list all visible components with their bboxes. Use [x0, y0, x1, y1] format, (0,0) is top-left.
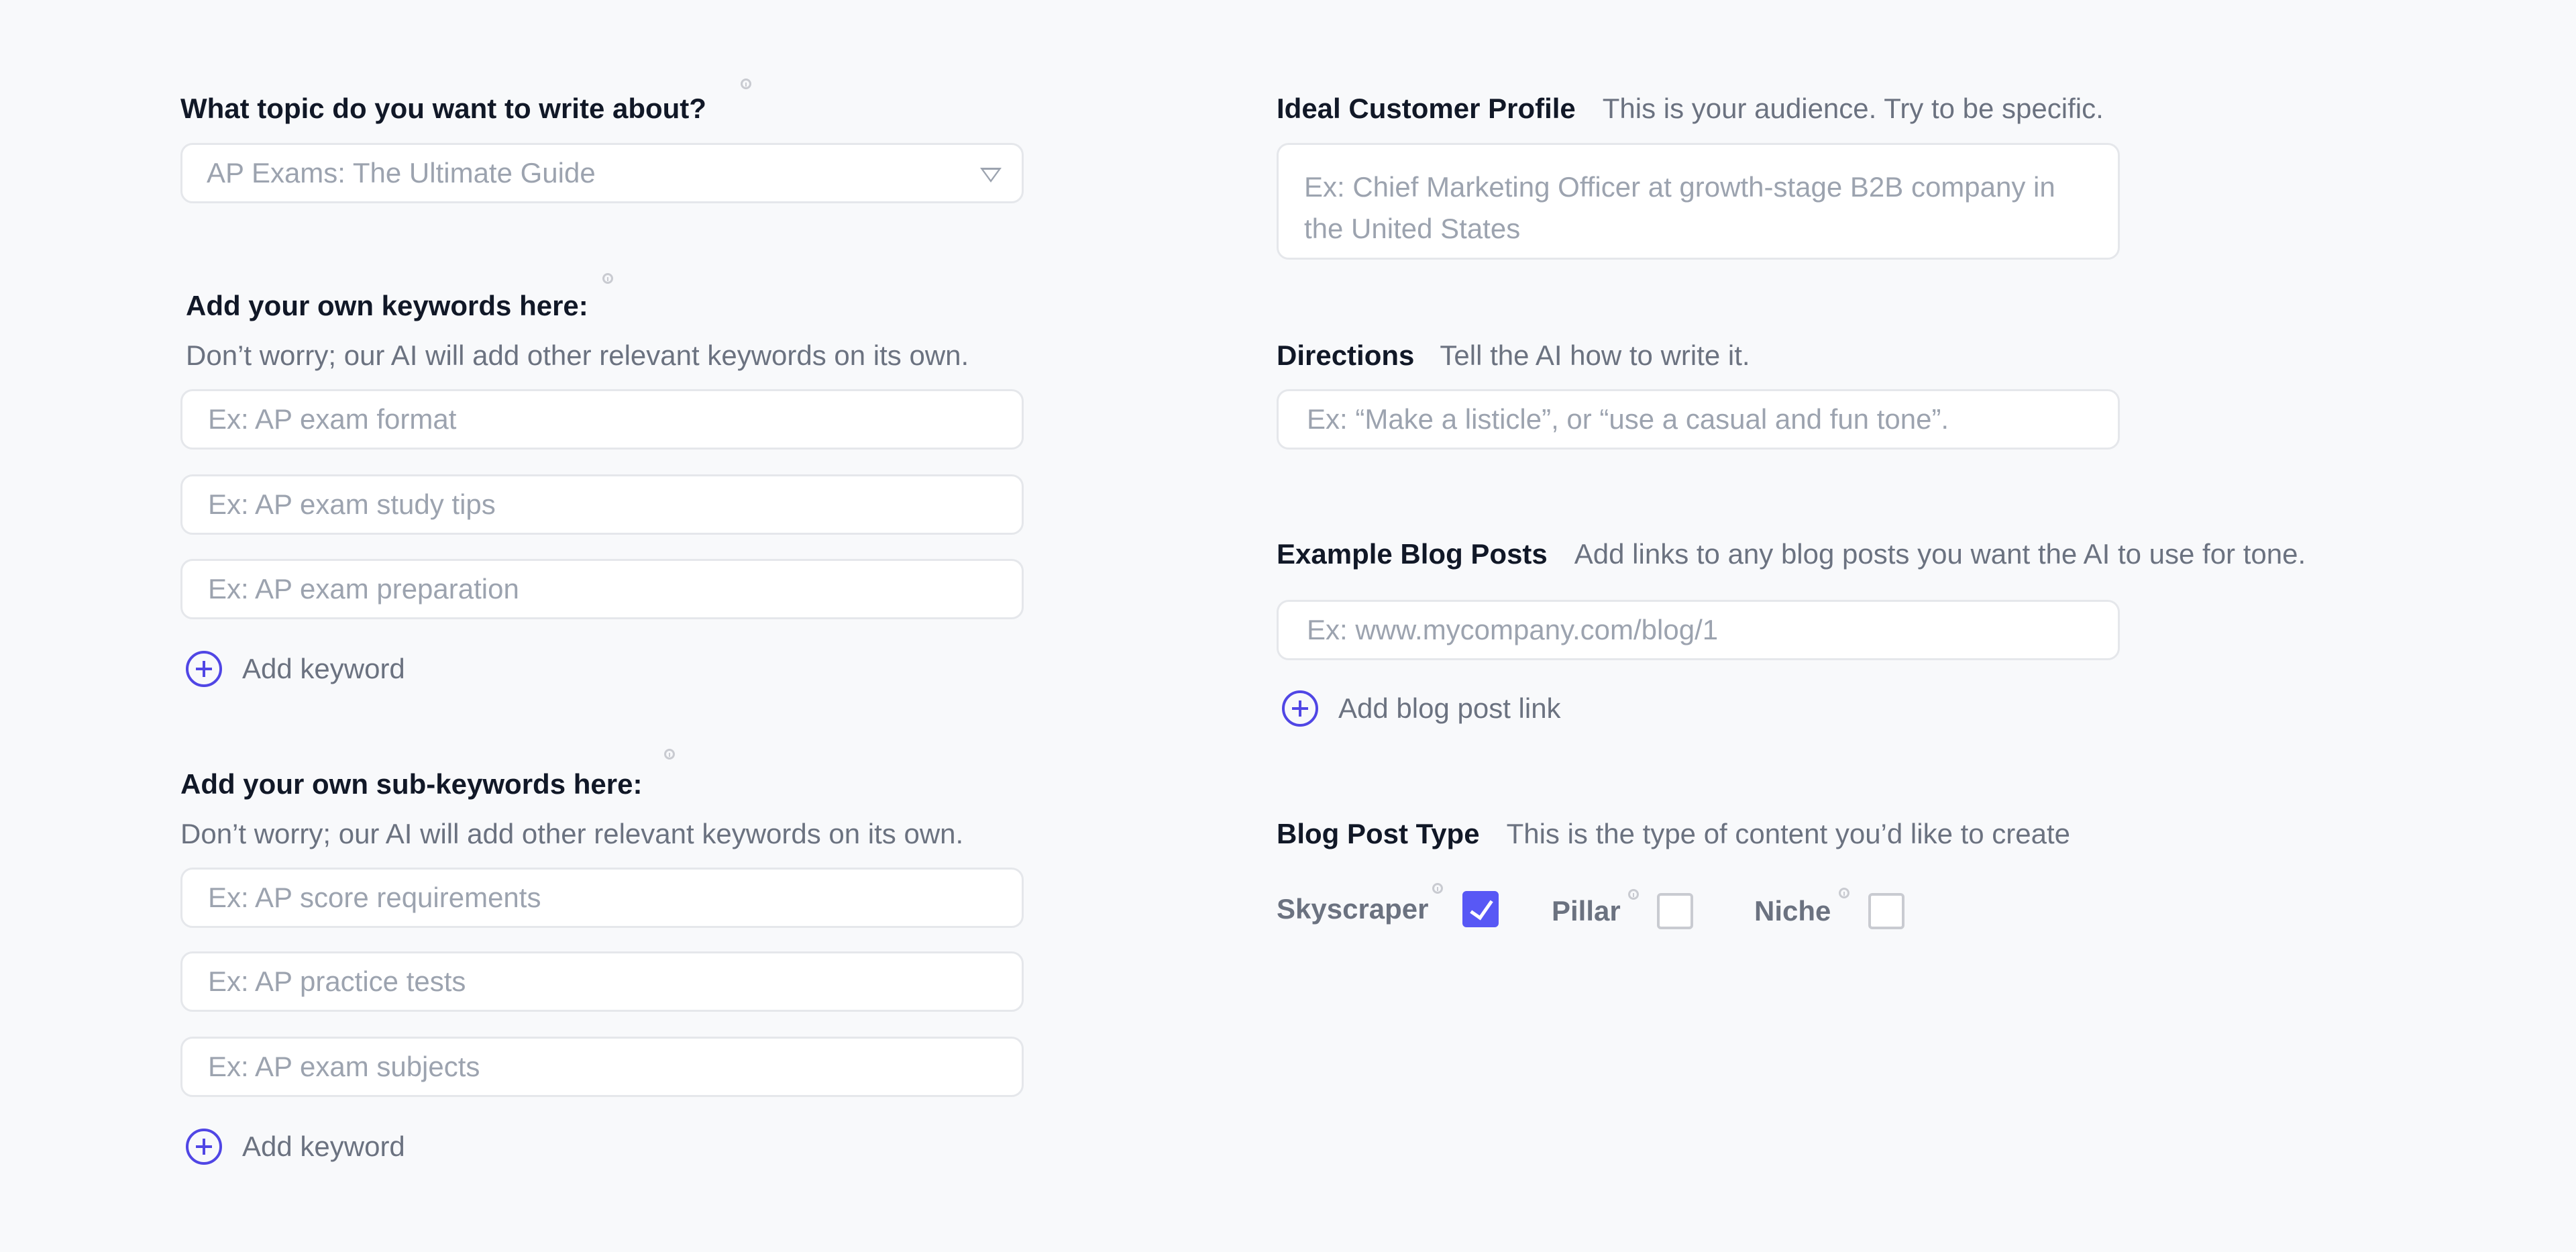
icp-textarea[interactable]: [1277, 143, 2120, 260]
keyword-input-2[interactable]: [180, 474, 1024, 535]
topic-dropdown[interactable]: AP Exams: The Ultimate Guide: [180, 143, 1024, 203]
keyword-input-3[interactable]: [180, 559, 1024, 619]
icp-textarea-field[interactable]: [1303, 165, 2094, 255]
icp-hint: This is your audience. Try to be specifi…: [1602, 93, 2104, 124]
subkeyword-input-2-field[interactable]: [207, 965, 1022, 998]
icp-header: Ideal Customer Profile This is your audi…: [1277, 95, 2104, 123]
info-icon[interactable]: [602, 273, 613, 284]
plus-circle-icon: [186, 651, 222, 687]
keyword-input-1[interactable]: [180, 389, 1024, 450]
subkeyword-input-1-field[interactable]: [207, 881, 1022, 915]
add-keyword-label: Add keyword: [242, 653, 405, 684]
directions-header: Directions Tell the AI how to write it.: [1277, 342, 1750, 370]
add-keyword-button[interactable]: Add keyword: [186, 651, 405, 687]
icp-label: Ideal Customer Profile: [1277, 93, 1576, 124]
subkeyword-input-3[interactable]: [180, 1037, 1024, 1097]
option-niche-label: Niche: [1754, 895, 1831, 927]
subkeyword-input-3-field[interactable]: [207, 1050, 1022, 1084]
directions-input[interactable]: [1277, 389, 2120, 450]
pillar-checkbox[interactable]: [1656, 893, 1693, 929]
subkeywords-label: Add your own sub-keywords here:: [180, 768, 643, 800]
directions-label: Directions: [1277, 340, 1415, 371]
examples-label: Example Blog Posts: [1277, 538, 1548, 570]
subkeywords-hint: Don’t worry; our AI will add other relev…: [180, 818, 964, 849]
blog-link-input-field[interactable]: [1305, 613, 2118, 647]
examples-header: Example Blog Posts Add links to any blog…: [1277, 540, 2306, 568]
keyword-input-2-field[interactable]: [207, 488, 1022, 521]
info-icon[interactable]: [1628, 889, 1639, 900]
add-subkeyword-button[interactable]: Add keyword: [186, 1129, 405, 1165]
info-icon[interactable]: [1839, 888, 1849, 898]
add-subkeyword-label: Add keyword: [242, 1131, 405, 1162]
keyword-input-1-field[interactable]: [207, 403, 1022, 436]
info-icon[interactable]: [741, 79, 751, 89]
chevron-down-icon[interactable]: [980, 168, 1002, 182]
post-type-label: Blog Post Type: [1277, 818, 1480, 849]
add-blog-link-button[interactable]: Add blog post link: [1282, 690, 1561, 727]
keywords-hint: Don’t worry; our AI will add other relev…: [186, 340, 969, 371]
plus-circle-icon: [186, 1129, 222, 1165]
option-skyscraper[interactable]: Skyscraper: [1277, 883, 1499, 927]
examples-hint: Add links to any blog posts you want the…: [1574, 538, 2306, 570]
skyscraper-checkbox[interactable]: [1462, 891, 1499, 927]
info-icon[interactable]: [1432, 883, 1443, 894]
option-pillar[interactable]: Pillar: [1552, 889, 1693, 929]
option-pillar-label: Pillar: [1552, 895, 1621, 927]
option-skyscraper-label: Skyscraper: [1277, 893, 1429, 925]
plus-circle-icon: [1282, 690, 1318, 727]
subkeyword-input-1[interactable]: [180, 868, 1024, 928]
directions-input-field[interactable]: [1305, 403, 2118, 436]
keywords-label: Add your own keywords here:: [186, 290, 588, 321]
directions-hint: Tell the AI how to write it.: [1440, 340, 1750, 371]
blog-link-input[interactable]: [1277, 600, 2120, 660]
keyword-input-3-field[interactable]: [207, 572, 1022, 606]
post-type-header: Blog Post Type This is the type of conte…: [1277, 820, 2070, 848]
topic-label: What topic do you want to write about?: [180, 93, 706, 124]
subkeyword-input-2[interactable]: [180, 951, 1024, 1012]
info-icon[interactable]: [664, 749, 675, 760]
niche-checkbox[interactable]: [1868, 893, 1905, 929]
post-type-hint: This is the type of content you’d like t…: [1506, 818, 2071, 849]
topic-selected-value: AP Exams: The Ultimate Guide: [207, 157, 596, 189]
option-niche[interactable]: Niche: [1754, 888, 1905, 929]
add-blog-link-label: Add blog post link: [1338, 692, 1561, 724]
